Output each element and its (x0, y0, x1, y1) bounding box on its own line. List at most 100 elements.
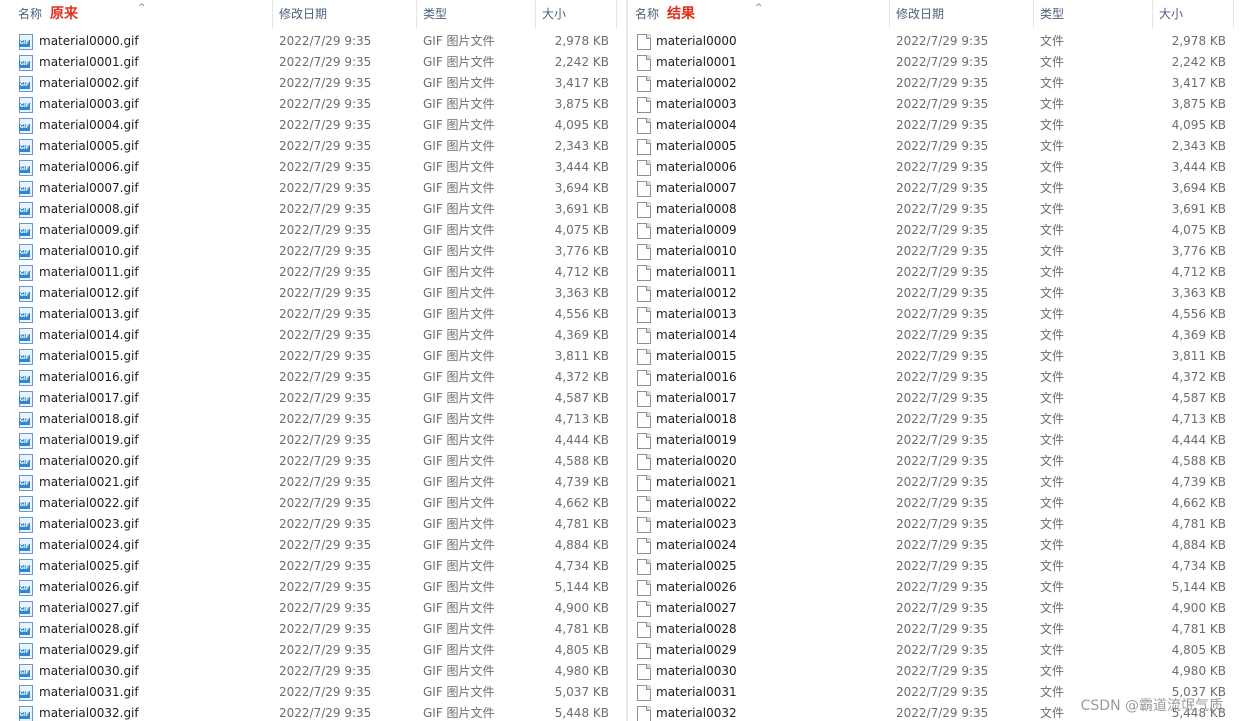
file-row[interactable]: material0008 2022/7/29 9:35 文件 3,691 KB (628, 199, 1243, 220)
file-row[interactable]: GIF material0025.gif 2022/7/29 9:35 GIF 图片文… (0, 556, 626, 577)
file-row[interactable]: material0005 2022/7/29 9:35 文件 2,343 KB (628, 136, 1243, 157)
file-row[interactable]: material0019 2022/7/29 9:35 文件 4,444 KB (628, 430, 1243, 451)
file-row[interactable]: GIF material0008.gif 2022/7/29 9:35 GIF 图片文… (0, 199, 626, 220)
file-row[interactable]: GIF material0014.gif 2022/7/29 9:35 GIF 图片文… (0, 325, 626, 346)
file-row[interactable]: material0017 2022/7/29 9:35 文件 4,587 KB (628, 388, 1243, 409)
file-row[interactable]: GIF material0022.gif 2022/7/29 9:35 GIF 图片文… (0, 493, 626, 514)
file-row[interactable]: material0011 2022/7/29 9:35 文件 4,712 KB (628, 262, 1243, 283)
file-row[interactable]: material0016 2022/7/29 9:35 文件 4,372 KB (628, 367, 1243, 388)
generic-file-icon (637, 559, 651, 575)
file-row[interactable]: GIF material0020.gif 2022/7/29 9:35 GIF 图片文… (0, 451, 626, 472)
file-name: material0007.gif (39, 181, 139, 195)
file-row[interactable]: GIF material0010.gif 2022/7/29 9:35 GIF 图片文… (0, 241, 626, 262)
file-row[interactable]: material0025 2022/7/29 9:35 文件 4,734 KB (628, 556, 1243, 577)
file-type: GIF 图片文件 (423, 706, 495, 720)
file-row[interactable]: GIF material0030.gif 2022/7/29 9:35 GIF 图片文… (0, 661, 626, 682)
file-row[interactable]: GIF material0021.gif 2022/7/29 9:35 GIF 图片文… (0, 472, 626, 493)
file-row[interactable]: material0007 2022/7/29 9:35 文件 3,694 KB (628, 178, 1243, 199)
file-row[interactable]: material0004 2022/7/29 9:35 文件 4,095 KB (628, 115, 1243, 136)
file-row[interactable]: GIF material0024.gif 2022/7/29 9:35 GIF 图片文… (0, 535, 626, 556)
file-row[interactable]: material0030 2022/7/29 9:35 文件 4,980 KB (628, 661, 1243, 682)
file-size: 2,343 KB (1171, 139, 1226, 153)
file-row[interactable]: GIF material0009.gif 2022/7/29 9:35 GIF 图片文… (0, 220, 626, 241)
file-row[interactable]: GIF material0015.gif 2022/7/29 9:35 GIF 图片文… (0, 346, 626, 367)
column-header-date[interactable]: 修改日期 (890, 0, 1033, 28)
file-row[interactable]: GIF material0016.gif 2022/7/29 9:35 GIF 图片文… (0, 367, 626, 388)
file-row[interactable]: material0000 2022/7/29 9:35 文件 2,978 KB (628, 31, 1243, 52)
file-name: material0003.gif (39, 97, 139, 111)
file-row[interactable]: material0022 2022/7/29 9:35 文件 4,662 KB (628, 493, 1243, 514)
file-row[interactable]: material0013 2022/7/29 9:35 文件 4,556 KB (628, 304, 1243, 325)
file-row[interactable]: GIF material0011.gif 2022/7/29 9:35 GIF 图片文… (0, 262, 626, 283)
file-type: 文件 (1040, 454, 1065, 468)
column-header-name[interactable]: 名称 原来 ^ (12, 0, 270, 28)
file-date-modified: 2022/7/29 9:35 (279, 139, 372, 153)
file-name: material0017.gif (39, 391, 139, 405)
file-row[interactable]: GIF material0017.gif 2022/7/29 9:35 GIF 图片文… (0, 388, 626, 409)
file-row[interactable]: material0018 2022/7/29 9:35 文件 4,713 KB (628, 409, 1243, 430)
file-name: material0013.gif (39, 307, 139, 321)
file-row[interactable]: material0021 2022/7/29 9:35 文件 4,739 KB (628, 472, 1243, 493)
file-row[interactable]: material0009 2022/7/29 9:35 文件 4,075 KB (628, 220, 1243, 241)
file-row[interactable]: material0028 2022/7/29 9:35 文件 4,781 KB (628, 619, 1243, 640)
file-row[interactable]: GIF material0002.gif 2022/7/29 9:35 GIF 图片文… (0, 73, 626, 94)
file-row[interactable]: GIF material0026.gif 2022/7/29 9:35 GIF 图片文… (0, 577, 626, 598)
file-row[interactable]: material0002 2022/7/29 9:35 文件 3,417 KB (628, 73, 1243, 94)
file-row[interactable]: GIF material0028.gif 2022/7/29 9:35 GIF 图片文… (0, 619, 626, 640)
file-row[interactable]: GIF material0031.gif 2022/7/29 9:35 GIF 图片文… (0, 682, 626, 703)
column-header-type[interactable]: 类型 (1034, 0, 1152, 28)
file-row[interactable]: material0020 2022/7/29 9:35 文件 4,588 KB (628, 451, 1243, 472)
file-row[interactable]: GIF material0019.gif 2022/7/29 9:35 GIF 图片文… (0, 430, 626, 451)
file-name: material0024 (656, 538, 737, 552)
file-row[interactable]: material0001 2022/7/29 9:35 文件 2,242 KB (628, 52, 1243, 73)
file-row[interactable]: GIF material0027.gif 2022/7/29 9:35 GIF 图片文… (0, 598, 626, 619)
file-row[interactable]: material0014 2022/7/29 9:35 文件 4,369 KB (628, 325, 1243, 346)
gif-file-icon: GIF (19, 202, 33, 218)
file-row[interactable]: GIF material0006.gif 2022/7/29 9:35 GIF 图片文… (0, 157, 626, 178)
generic-file-icon (637, 454, 651, 470)
file-row[interactable]: material0026 2022/7/29 9:35 文件 5,144 KB (628, 577, 1243, 598)
file-type: GIF 图片文件 (423, 454, 495, 468)
file-date-modified: 2022/7/29 9:35 (279, 538, 372, 552)
file-row[interactable]: material0012 2022/7/29 9:35 文件 3,363 KB (628, 283, 1243, 304)
file-name: material0007 (656, 181, 737, 195)
file-row[interactable]: GIF material0005.gif 2022/7/29 9:35 GIF 图片文… (0, 136, 626, 157)
file-name: material0008 (656, 202, 737, 216)
file-row[interactable]: GIF material0004.gif 2022/7/29 9:35 GIF 图片文… (0, 115, 626, 136)
file-row[interactable]: GIF material0003.gif 2022/7/29 9:35 GIF 图片文… (0, 94, 626, 115)
file-size: 2,242 KB (1171, 55, 1226, 69)
file-type: GIF 图片文件 (423, 118, 495, 132)
file-row[interactable]: material0015 2022/7/29 9:35 文件 3,811 KB (628, 346, 1243, 367)
file-row[interactable]: material0010 2022/7/29 9:35 文件 3,776 KB (628, 241, 1243, 262)
file-row[interactable]: GIF material0007.gif 2022/7/29 9:35 GIF 图片文… (0, 178, 626, 199)
file-row[interactable]: GIF material0018.gif 2022/7/29 9:35 GIF 图片文… (0, 409, 626, 430)
file-row[interactable]: GIF material0000.gif 2022/7/29 9:35 GIF 图片文… (0, 31, 626, 52)
file-row[interactable]: GIF material0029.gif 2022/7/29 9:35 GIF 图片文… (0, 640, 626, 661)
file-type: GIF 图片文件 (423, 328, 495, 342)
file-row[interactable]: material0024 2022/7/29 9:35 文件 4,884 KB (628, 535, 1243, 556)
column-divider[interactable] (616, 0, 617, 28)
column-header-date[interactable]: 修改日期 (273, 0, 416, 28)
file-row[interactable]: material0003 2022/7/29 9:35 文件 3,875 KB (628, 94, 1243, 115)
file-type: GIF 图片文件 (423, 517, 495, 531)
file-name: material0014 (656, 328, 737, 342)
file-row[interactable]: GIF material0032.gif 2022/7/29 9:35 GIF 图片文… (0, 703, 626, 721)
file-size: 4,662 KB (554, 496, 609, 510)
column-header-name[interactable]: 名称 结果 ^ (629, 0, 887, 28)
file-row[interactable]: GIF material0012.gif 2022/7/29 9:35 GIF 图片文… (0, 283, 626, 304)
file-row[interactable]: material0023 2022/7/29 9:35 文件 4,781 KB (628, 514, 1243, 535)
column-header-type[interactable]: 类型 (417, 0, 535, 28)
file-row[interactable]: material0027 2022/7/29 9:35 文件 4,900 KB (628, 598, 1243, 619)
file-row[interactable]: GIF material0023.gif 2022/7/29 9:35 GIF 图片文… (0, 514, 626, 535)
file-type: 文件 (1040, 286, 1065, 300)
file-row[interactable]: GIF material0001.gif 2022/7/29 9:35 GIF 图片文… (0, 52, 626, 73)
column-divider[interactable] (1233, 0, 1234, 28)
file-row[interactable]: GIF material0013.gif 2022/7/29 9:35 GIF 图片文… (0, 304, 626, 325)
generic-file-icon (637, 622, 651, 638)
file-row[interactable]: material0029 2022/7/29 9:35 文件 4,805 KB (628, 640, 1243, 661)
column-header-size[interactable]: 大小 (536, 0, 616, 28)
column-header-size[interactable]: 大小 (1153, 0, 1233, 28)
file-size: 3,776 KB (1171, 244, 1226, 258)
file-row[interactable]: material0006 2022/7/29 9:35 文件 3,444 KB (628, 157, 1243, 178)
file-size: 4,739 KB (554, 475, 609, 489)
